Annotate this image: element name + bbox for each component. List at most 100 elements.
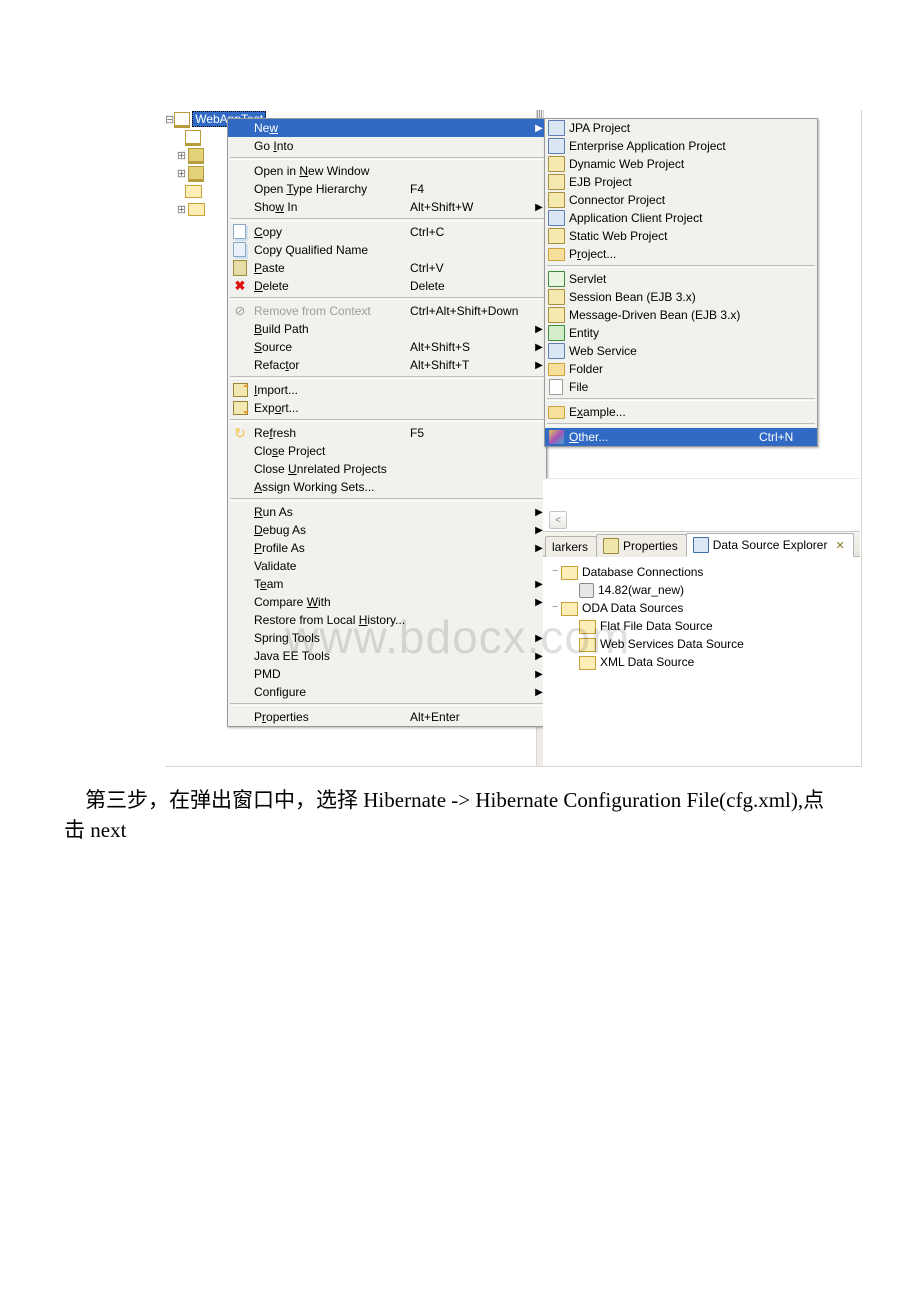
menu-item[interactable]: CopyCtrl+C	[228, 223, 546, 241]
tree-node-label: 14.82(war_new)	[598, 581, 684, 599]
menu-item[interactable]: SourceAlt+Shift+S▶	[228, 338, 546, 356]
menu-item[interactable]: Close Project	[228, 442, 546, 460]
folder-icon	[185, 129, 201, 145]
screenshot-area: ⊟ WebAppTest ⊞ ⊞ ⊞	[165, 110, 862, 767]
tree-node-label: XML Data Source	[600, 653, 694, 671]
blank-icon	[228, 198, 252, 216]
menu-item-label: Copy	[252, 225, 410, 239]
tree-expander-icon[interactable]: −	[549, 599, 561, 617]
submenu-item[interactable]: Static Web Project	[545, 227, 817, 245]
menu-item-label: Profile As	[252, 541, 410, 555]
menu-item[interactable]: Open in New Window	[228, 162, 546, 180]
import-icon	[228, 381, 252, 399]
tree-expander-icon[interactable]: −	[549, 563, 561, 581]
tree-child-row[interactable]: ⊞	[165, 146, 227, 164]
menu-item[interactable]: Spring Tools▶	[228, 629, 546, 647]
blank-icon	[228, 593, 252, 611]
menu-item[interactable]: ✖DeleteDelete	[228, 277, 546, 295]
menu-item[interactable]: Import...	[228, 381, 546, 399]
ds-tree-row[interactable]: −ODA Data Sources	[549, 599, 856, 617]
expand-icon[interactable]: ⊞	[175, 203, 188, 216]
menu-item-label: Validate	[252, 559, 410, 573]
expand-icon[interactable]: ⊞	[175, 167, 188, 180]
menu-item[interactable]: Debug As▶	[228, 521, 546, 539]
menu-item[interactable]: Java EE Tools▶	[228, 647, 546, 665]
menu-item[interactable]: ↻RefreshF5	[228, 424, 546, 442]
ds-tree-row[interactable]: Flat File Data Source	[549, 617, 856, 635]
menu-item[interactable]: Configure▶	[228, 683, 546, 701]
menu-item-accel: Ctrl+Alt+Shift+Down	[410, 304, 532, 318]
menu-item[interactable]: Run As▶	[228, 503, 546, 521]
menu-item[interactable]: PasteCtrl+V	[228, 259, 546, 277]
wizard-icon	[545, 173, 567, 191]
menu-item-label: Spring Tools	[252, 631, 410, 645]
menu-item[interactable]: Copy Qualified Name	[228, 241, 546, 259]
submenu-item[interactable]: Servlet	[545, 270, 817, 288]
ds-tree-row[interactable]: −Database Connections	[549, 563, 856, 581]
menu-item[interactable]: Validate	[228, 557, 546, 575]
menu-item[interactable]: New▶	[228, 119, 546, 137]
wizard-icon	[545, 306, 567, 324]
blank-icon	[228, 180, 252, 198]
close-icon[interactable]: ✕	[831, 539, 844, 552]
blank-icon	[228, 665, 252, 683]
submenu-item-label: Example...	[567, 405, 759, 419]
submenu-item[interactable]: File	[545, 378, 817, 396]
submenu-item[interactable]: Application Client Project	[545, 209, 817, 227]
menu-item-label: Team	[252, 577, 410, 591]
tree-child-row[interactable]: ⊞	[165, 164, 227, 182]
submenu-item[interactable]: EJB Project	[545, 173, 817, 191]
menu-item[interactable]: Show InAlt+Shift+W▶	[228, 198, 546, 216]
menu-item[interactable]: Close Unrelated Projects	[228, 460, 546, 478]
submenu-item[interactable]: Other...Ctrl+N	[545, 428, 817, 446]
menu-item[interactable]: Build Path▶	[228, 320, 546, 338]
submenu-item[interactable]: Project...	[545, 245, 817, 263]
submenu-item[interactable]: Message-Driven Bean (EJB 3.x)	[545, 306, 817, 324]
tab-properties[interactable]: Properties	[596, 534, 687, 557]
expand-icon[interactable]: ⊞	[175, 149, 188, 162]
menu-item[interactable]: RefactorAlt+Shift+T▶	[228, 356, 546, 374]
submenu-item[interactable]: Dynamic Web Project	[545, 155, 817, 173]
menu-item-label: Close Unrelated Projects	[252, 462, 410, 476]
submenu-item[interactable]: Enterprise Application Project	[545, 137, 817, 155]
ds-tree-row[interactable]: Web Services Data Source	[549, 635, 856, 653]
menu-item[interactable]: Go Into	[228, 137, 546, 155]
menu-item[interactable]: Team▶	[228, 575, 546, 593]
submenu-item[interactable]: Connector Project	[545, 191, 817, 209]
tree-child-row[interactable]	[165, 128, 227, 146]
ds-tree-row[interactable]: 14.82(war_new)	[549, 581, 856, 599]
submenu-item[interactable]: Example...	[545, 403, 817, 421]
submenu-item[interactable]: Web Service	[545, 342, 817, 360]
editor-blank: <	[543, 478, 860, 531]
menu-item[interactable]: Export...	[228, 399, 546, 417]
menu-item[interactable]: Assign Working Sets...	[228, 478, 546, 496]
ds-tree-row[interactable]: XML Data Source	[549, 653, 856, 671]
tree-child-row[interactable]	[165, 182, 227, 200]
tab-data-source-explorer[interactable]: Data Source Explorer ✕	[686, 533, 854, 557]
submenu-item[interactable]: Folder	[545, 360, 817, 378]
scroll-left-button[interactable]: <	[549, 511, 567, 529]
menu-item-label: Build Path	[252, 322, 410, 336]
submenu-item[interactable]: JPA Project	[545, 119, 817, 137]
menu-item-label: Show In	[252, 200, 410, 214]
menu-item[interactable]: Compare With▶	[228, 593, 546, 611]
menu-item[interactable]: PropertiesAlt+Enter	[228, 708, 546, 726]
menu-item[interactable]: Profile As▶	[228, 539, 546, 557]
submenu-item[interactable]: Session Bean (EJB 3.x)	[545, 288, 817, 306]
menu-item-label: Debug As	[252, 523, 410, 537]
menu-item[interactable]: Open Type HierarchyF4	[228, 180, 546, 198]
submenu-item-label: Enterprise Application Project	[567, 139, 759, 153]
collapse-icon[interactable]: ⊟	[165, 113, 174, 126]
menu-item-accel: Ctrl+V	[410, 261, 532, 275]
menu-item[interactable]: PMD▶	[228, 665, 546, 683]
tree-child-row[interactable]: ⊞	[165, 200, 227, 218]
tree-root-row[interactable]: ⊟ WebAppTest	[165, 110, 227, 128]
instruction-text: 第三步，在弹出窗口中，选择 Hibernate -> Hibernate Con…	[64, 785, 844, 845]
menu-item-accel: Alt+Shift+T	[410, 358, 532, 372]
submenu-item[interactable]: Entity	[545, 324, 817, 342]
data-source-tree: −Database Connections14.82(war_new)−ODA …	[543, 557, 860, 675]
menu-item[interactable]: Restore from Local History...	[228, 611, 546, 629]
menu-item-label: Compare With	[252, 595, 410, 609]
tab-markers[interactable]: larkers	[545, 536, 597, 557]
wizard-icon	[545, 428, 567, 446]
